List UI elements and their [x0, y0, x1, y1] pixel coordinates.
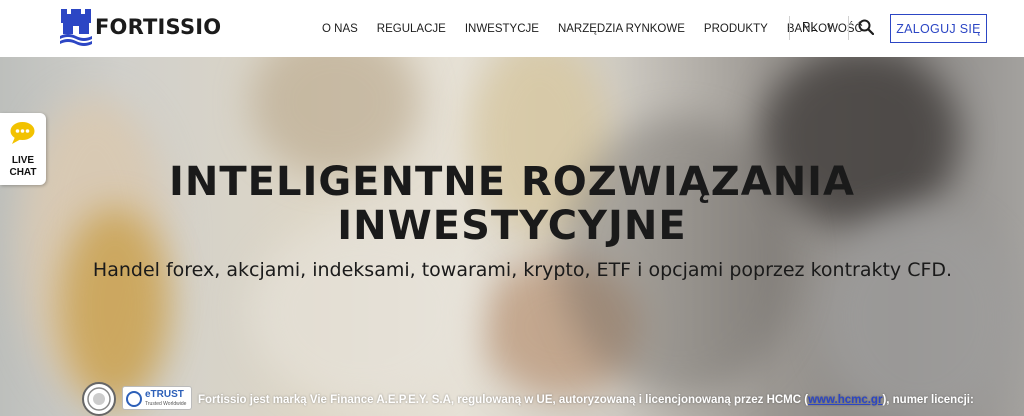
hero-subtitle: Handel forex, akcjami, indeksami, towara… — [92, 259, 953, 281]
etrust-badge[interactable]: eTRUST Trusted Worldwide — [122, 386, 192, 410]
nav-divider — [848, 16, 849, 40]
nav-item-produkty[interactable]: PRODUKTY — [704, 23, 768, 35]
regulation-notice: Fortissio jest marką Vie Finance A.E.P.E… — [198, 394, 974, 406]
etrust-badge-title: eTRUST — [145, 389, 184, 400]
hero-title-line-1: INTELIGENTNE ROZWIĄZANIA — [168, 159, 856, 205]
live-chat-label: LIVE CHAT — [0, 155, 46, 179]
check-icon — [126, 391, 142, 407]
castle-logo-icon — [60, 9, 92, 46]
nav-item-inwestycje[interactable]: INWESTYCJE — [465, 23, 539, 35]
regulation-text-after: ), numer licencji: — [882, 394, 974, 406]
seal-icon — [82, 382, 116, 416]
search-icon[interactable] — [858, 19, 874, 35]
nav-divider — [789, 16, 790, 40]
chevron-down-icon[interactable]: v — [828, 20, 834, 32]
hero-banner: INTELIGENTNE ROZWIĄZANIA INWESTYCYJNE Ha… — [0, 57, 1024, 416]
brand-logo[interactable]: FORTISSIO — [60, 7, 221, 47]
nav-item-bankowosc[interactable]: BANKOWOŚĆ — [787, 23, 863, 35]
nav-item-o-nas[interactable]: O NAS — [322, 23, 358, 35]
etrust-badge-subtitle: Trusted Worldwide — [145, 401, 187, 407]
regulation-text-before: Fortissio jest marką Vie Finance A.E.P.E… — [198, 394, 809, 406]
chat-bubble-icon — [10, 122, 35, 144]
live-chat-line-1: LIVE — [11, 155, 35, 166]
hcmc-link[interactable]: www.hcmc.gr — [808, 394, 882, 406]
login-button[interactable]: ZALOGUJ SIĘ — [890, 14, 987, 43]
nav-item-regulacje[interactable]: REGULACJE — [377, 23, 446, 35]
nav-item-narzedzia-rynkowe[interactable]: NARZĘDZIA RYNKOWE — [558, 23, 685, 35]
hero-title-line-2: INWESTYCYJNE — [337, 203, 687, 249]
site-header: FORTISSIO O NAS REGULACJE INWESTYCJE NAR… — [0, 0, 1024, 57]
live-chat-button[interactable]: LIVE CHAT — [0, 113, 46, 185]
brand-name: FORTISSIO — [95, 15, 222, 39]
main-nav: O NAS REGULACJE INWESTYCJE NARZĘDZIA RYN… — [322, 0, 882, 57]
hero-content: INTELIGENTNE ROZWIĄZANIA INWESTYCYJNE Ha… — [0, 57, 1024, 416]
language-selector[interactable]: PL — [802, 20, 817, 34]
live-chat-line-2: CHAT — [9, 167, 37, 178]
